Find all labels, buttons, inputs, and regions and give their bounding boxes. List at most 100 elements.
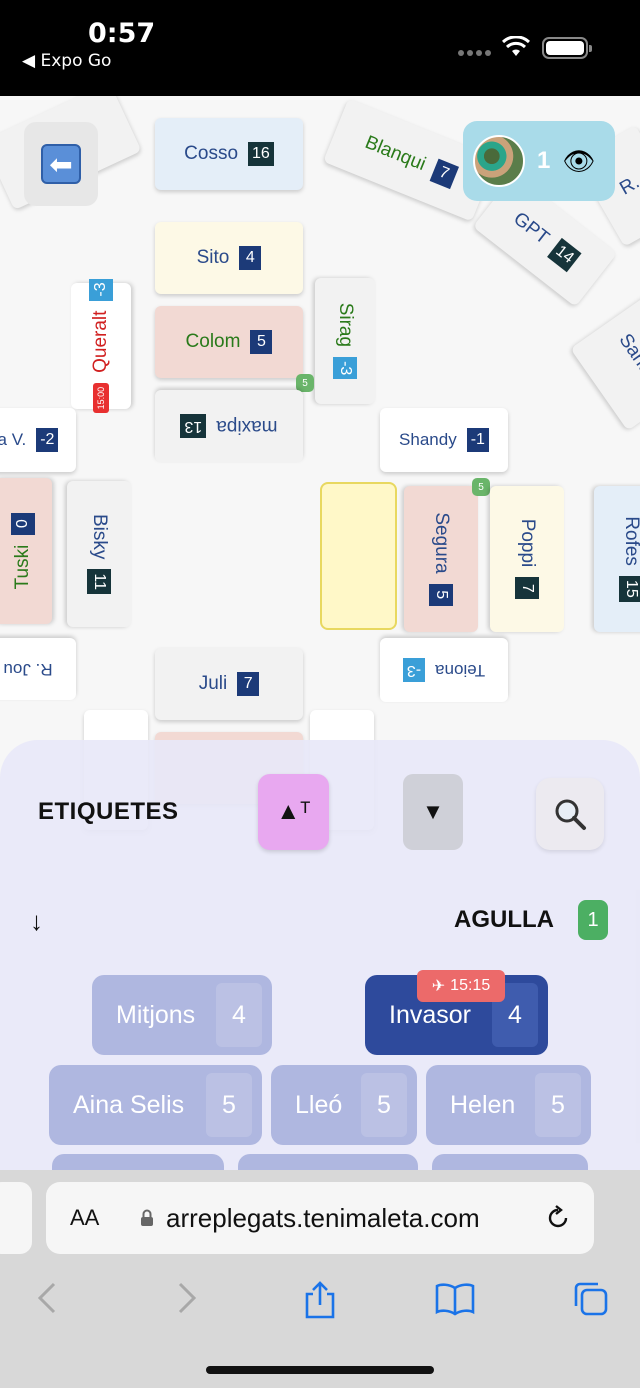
card-name: maxipa [216, 416, 278, 437]
empty-seat-slot[interactable] [320, 482, 397, 630]
card-value: 16 [248, 142, 274, 166]
card-name: GPT [509, 208, 554, 249]
reload-icon[interactable] [544, 1204, 572, 1232]
battery-icon [542, 37, 592, 59]
flight-time: 15:15 [450, 977, 491, 994]
card-segura[interactable]: Segura 5 [404, 486, 478, 632]
chip-count: 4 [216, 983, 262, 1047]
card-shandy[interactable]: Shandy -1 [380, 408, 508, 472]
card-value: 14 [546, 237, 582, 273]
labels-sheet: ETIQUETES ▲ᵀ ▼ ↓ AGULLA 1 Mitjons 4 Inva… [0, 740, 640, 1170]
share-icon[interactable] [302, 1280, 338, 1320]
card-name: R. [616, 171, 640, 200]
card-queralt[interactable]: -3 Queralt 15:00 [71, 278, 131, 414]
card-name: Santan [614, 330, 640, 392]
chip-label: Lleó [295, 1090, 343, 1119]
card-name: Colom [185, 331, 241, 352]
label-chip-lleo[interactable]: Lleó 5 [271, 1065, 417, 1145]
viewers-pill[interactable]: 1 👁 [463, 121, 615, 201]
card-name: Segura [431, 512, 452, 574]
url-text: arreplegats.tenimaleta.com [166, 1203, 480, 1233]
card-value: 4 [239, 246, 262, 270]
card-name: Shandy [399, 430, 457, 449]
label-chip-mitjons[interactable]: Mitjons 4 [92, 975, 272, 1055]
card-value: 11 [87, 569, 111, 594]
card-name: Cosso [184, 143, 239, 164]
viewer-count: 1 [537, 147, 551, 174]
address-bar[interactable]: AA arreplegats.tenimaleta.com [46, 1182, 594, 1254]
card-name: Queralt [90, 310, 111, 373]
status-bar: 0:57 ◀ Expo Go [0, 0, 640, 96]
browser-toolbar: AA arreplegats.tenimaleta.com [0, 1170, 640, 1388]
card-name: Juli [198, 673, 228, 694]
card-name: Bisky [89, 513, 110, 560]
section-label: AGULLA [454, 906, 554, 933]
card-name: Blanqui [362, 131, 429, 176]
wifi-icon [502, 36, 530, 56]
card-mini-badge: 5 [472, 478, 490, 496]
card-value: 7 [515, 577, 539, 600]
label-chip-partial[interactable] [432, 1154, 588, 1170]
chip-label: Invasor [389, 1000, 471, 1029]
card-teiona[interactable]: Teiona -3 [380, 638, 508, 702]
label-chip-helen[interactable]: Helen 5 [426, 1065, 591, 1145]
clock: 0:57 [88, 18, 156, 49]
card-value: -1 [466, 428, 489, 452]
card-name: a V. [0, 430, 27, 449]
forward-chevron-icon[interactable] [168, 1280, 204, 1316]
card-maxipa[interactable]: maxipa 13 [155, 390, 303, 462]
card-value: 5 [250, 330, 273, 354]
sheet-title: ETIQUETES [38, 798, 179, 825]
text-size-button[interactable]: AA [70, 1205, 99, 1231]
card-name: Sirag [335, 302, 356, 348]
card-sirag[interactable]: Sirag -3 [315, 278, 375, 404]
card-value: -2 [36, 428, 59, 452]
card-name: Sito [196, 247, 230, 268]
card-value: 7 [237, 672, 260, 696]
bookmarks-icon[interactable] [434, 1280, 476, 1316]
card-name: Poppi [517, 518, 538, 568]
card-r-jou[interactable]: R. Jou [0, 638, 76, 700]
card-value: 7 [429, 158, 459, 189]
lock-icon [141, 1209, 153, 1226]
card-colom[interactable]: Colom 5 [155, 306, 303, 378]
eye-icon: 👁 [562, 145, 596, 176]
card-tuski[interactable]: 0 Tuski [0, 478, 52, 624]
chip-label: Mitjons [116, 1000, 196, 1029]
back-to-app-link[interactable]: ◀ Expo Go [22, 51, 111, 71]
card-value: 5 [429, 583, 453, 606]
card-cosso[interactable]: Cosso 16 [155, 118, 303, 190]
chip-label: Helen [450, 1090, 516, 1119]
tabs-icon[interactable] [572, 1280, 610, 1318]
card-time-badge: 15:00 [93, 382, 109, 414]
label-chip-partial[interactable] [52, 1154, 224, 1170]
chip-count: 5 [535, 1073, 581, 1137]
card-value: 0 [11, 512, 35, 535]
avatar [473, 135, 525, 187]
search-button[interactable] [536, 778, 604, 850]
chip-label: Aina Selis [73, 1090, 185, 1119]
card-name: Rofes [621, 516, 640, 566]
card-value: 15 [619, 575, 640, 602]
back-button[interactable]: ⬅ [24, 122, 98, 206]
card-value: -3 [89, 278, 113, 301]
home-indicator [206, 1366, 434, 1374]
previous-tab-preview[interactable] [0, 1182, 32, 1254]
sort-ascending-button[interactable]: ▲ᵀ [258, 774, 329, 850]
card-value: -3 [402, 658, 426, 682]
card-sito[interactable]: Sito 4 [155, 222, 303, 294]
card-poppi[interactable]: Poppi 7 [490, 486, 564, 632]
sort-direction-icon[interactable]: ↓ [30, 906, 43, 937]
back-chevron-icon[interactable] [30, 1280, 66, 1316]
card-a-v[interactable]: a V. -2 [0, 408, 76, 472]
label-chip-partial[interactable] [238, 1154, 418, 1170]
card-name: R. Jou [3, 660, 53, 679]
cellular-icon [458, 50, 492, 58]
label-chip-aina-selis[interactable]: Aina Selis 5 [49, 1065, 262, 1145]
card-rofes[interactable]: Rofes 15 [594, 486, 640, 632]
card-bisky[interactable]: Bisky 11 [67, 481, 131, 627]
card-santan[interactable]: Santan [570, 291, 640, 431]
card-name: Tuski [12, 544, 33, 590]
sort-down-button[interactable]: ▼ [403, 774, 463, 850]
card-juli[interactable]: Juli 7 [155, 648, 303, 720]
